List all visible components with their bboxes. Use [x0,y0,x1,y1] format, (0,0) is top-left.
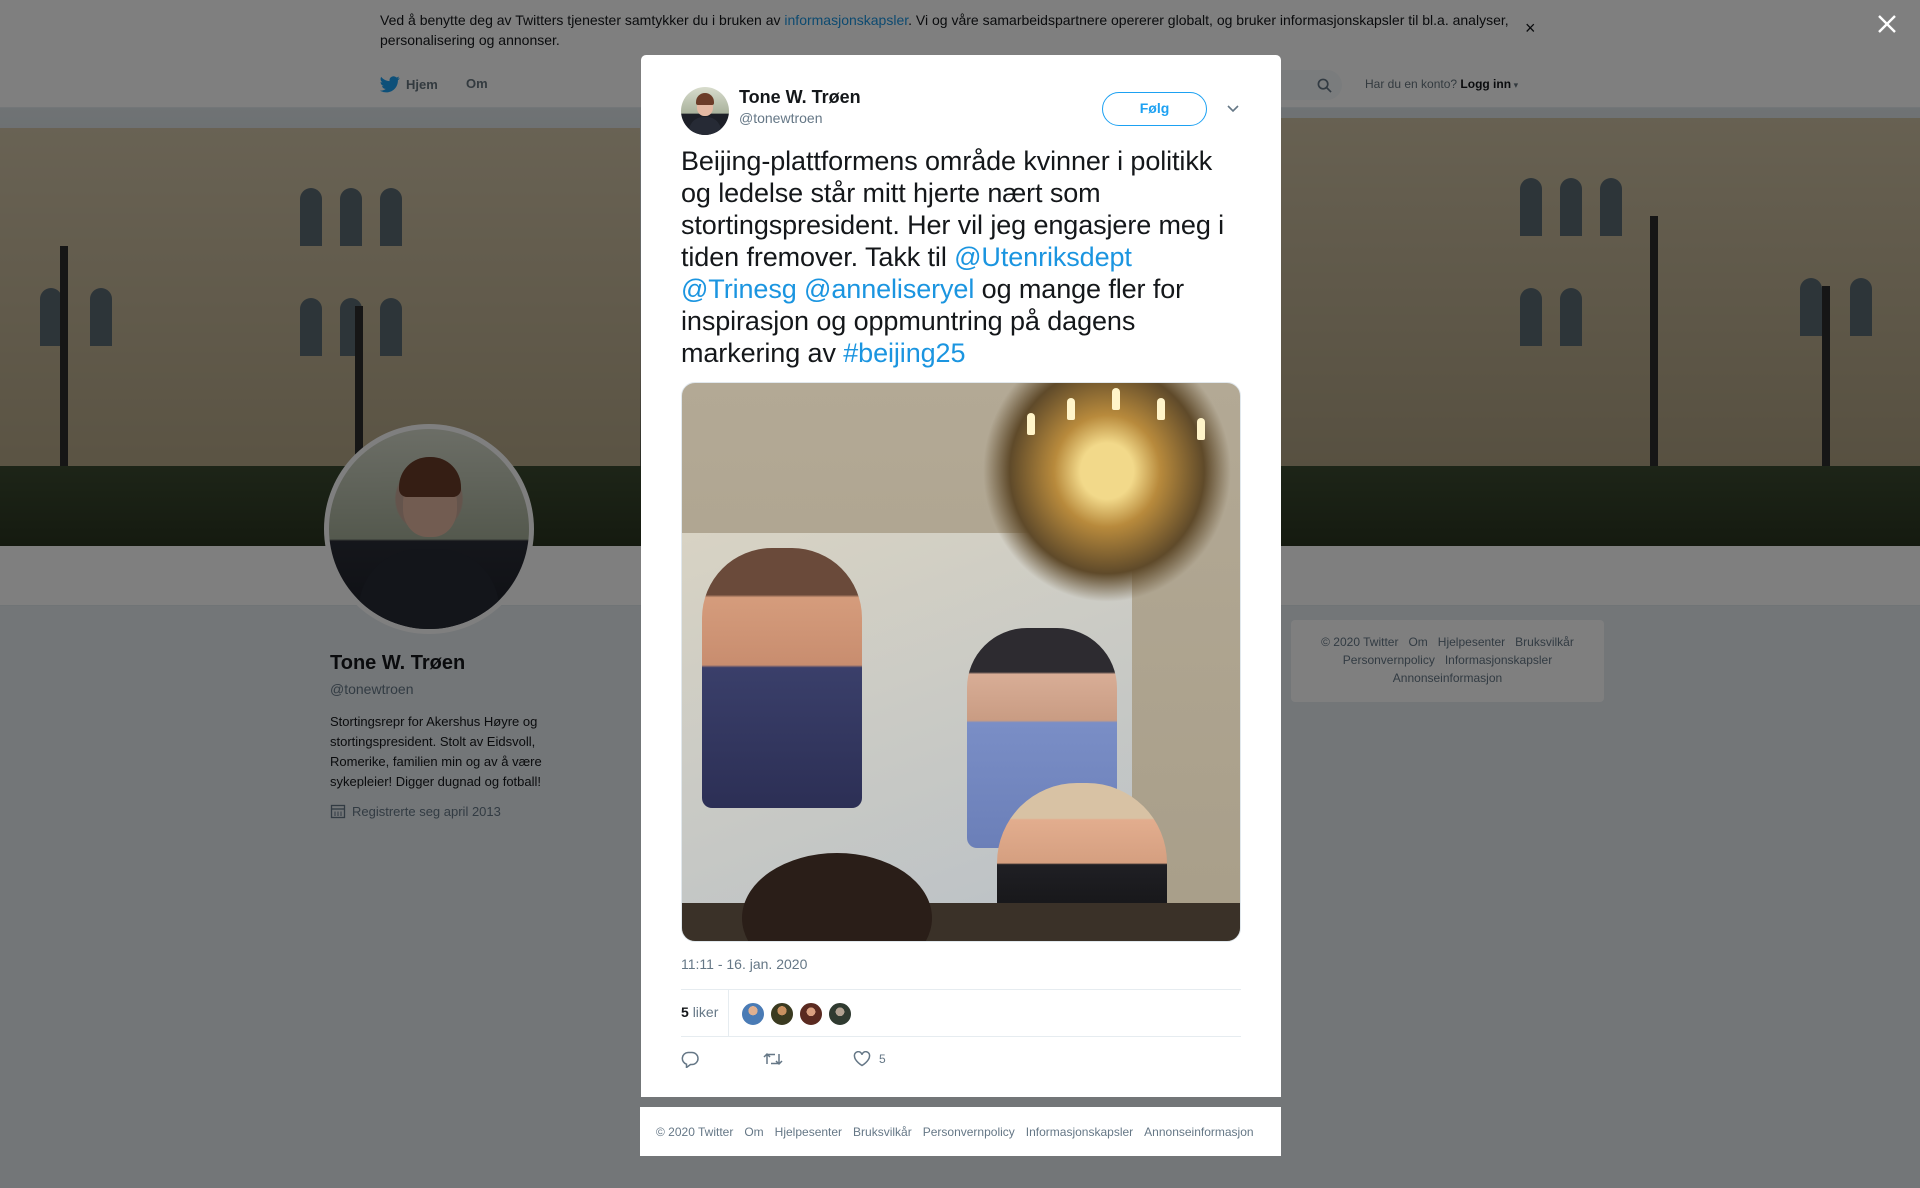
avatar-coat [689,117,721,135]
tweet-menu-button[interactable] [1226,101,1240,119]
tweet-modal: Tone W. Trøen @tonewtroen Følg Beijing-p… [641,55,1281,1097]
footer-link-cookies[interactable]: Informasjonskapsler [1026,1125,1133,1139]
hashtag-link[interactable]: #beijing25 [843,338,965,368]
photo-candle [1027,413,1035,435]
photo-candle [1197,418,1205,440]
footer-copyright: © 2020 Twitter [656,1124,734,1139]
likes-count: 5 [681,1004,689,1020]
like-button[interactable]: 5 [853,1051,886,1067]
footer-link-about[interactable]: Om [744,1125,763,1139]
photo-candle [1067,398,1075,420]
heart-icon [853,1051,871,1067]
tweet-stats: 5 liker [681,989,1241,1037]
photo-chandelier [982,383,1232,603]
tweet-text: Beijing-plattformens område kvinner i po… [681,145,1241,369]
liker-avatar[interactable] [741,1002,765,1026]
tweet-timestamp[interactable]: 11:11 - 16. jan. 2020 [681,956,807,972]
likes-stat[interactable]: 5 liker [681,1004,718,1020]
tweet-actions: 5 [681,1045,1241,1075]
retweet-icon [763,1052,783,1066]
tweet-author-name[interactable]: Tone W. Trøen [739,87,861,108]
mention-link[interactable]: @Trinesg [681,274,797,304]
chevron-down-icon [1227,105,1239,113]
tweet-text-part: Beijing-plattformens område kvinner i po… [681,146,1225,272]
footer-link-terms[interactable]: Bruksvilkår [853,1125,912,1139]
footer-link-ads[interactable]: Annonseinformasjon [1144,1125,1253,1139]
avatar-hair [696,93,714,105]
liker-avatar[interactable] [770,1002,794,1026]
footer-link-help[interactable]: Hjelpesenter [775,1125,842,1139]
reply-button[interactable] [681,1051,699,1068]
photo-candle [1112,388,1120,410]
tweet-author-avatar[interactable] [681,87,729,135]
reply-icon [681,1051,699,1068]
mention-link[interactable]: @Utenriksdept [954,242,1132,272]
photo-person [702,548,862,808]
tweet-photo[interactable] [681,382,1241,942]
modal-footer: © 2020 Twitter Om Hjelpesenter Bruksvilk… [640,1107,1281,1156]
liker-avatar[interactable] [828,1002,852,1026]
follow-button[interactable]: Følg [1102,92,1207,126]
photo-candle [1157,398,1165,420]
footer-link-privacy[interactable]: Personvernpolicy [923,1125,1015,1139]
liker-avatar[interactable] [799,1002,823,1026]
likes-label: liker [692,1004,719,1020]
modal-close-button[interactable] [1876,12,1898,40]
retweet-button[interactable] [763,1051,783,1067]
like-count: 5 [879,1052,886,1066]
stats-divider [728,990,729,1036]
mention-link[interactable]: @anneliseryel [804,274,974,304]
tweet-author-handle[interactable]: @tonewtroen [739,110,822,126]
close-icon [1878,15,1896,33]
